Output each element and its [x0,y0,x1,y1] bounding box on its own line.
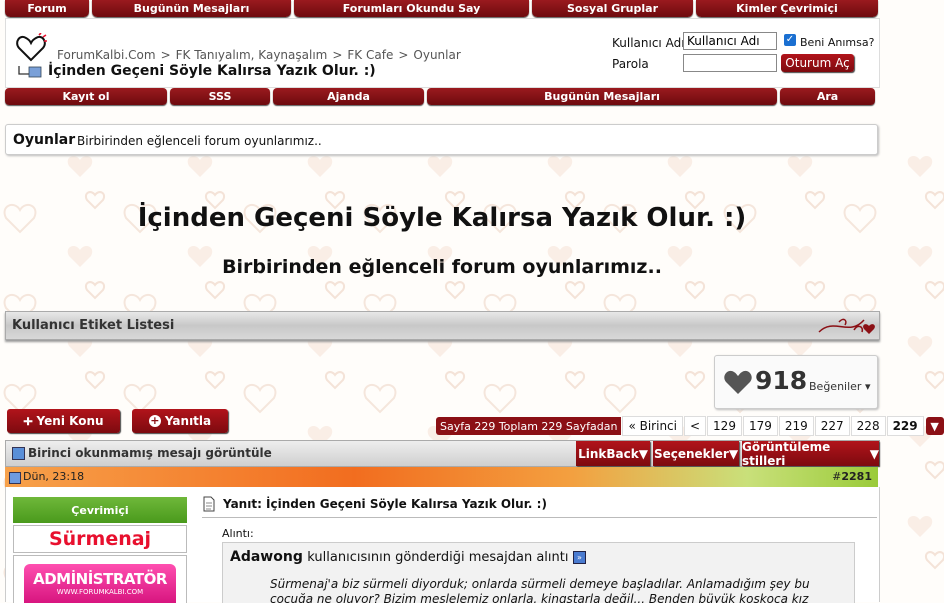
thread-arrow-icon [18,66,42,78]
user-rank-panel: ADMİNİSTRATÖR WWW.FORUMKALBI.COM [13,555,187,603]
page-first-link[interactable]: « Birinci [622,416,683,436]
post-date: Dün, 23:18 [23,470,85,483]
breadcrumb-category[interactable]: FK Tanıyalım, Kaynaşalım [176,48,328,62]
tag-list-bar[interactable]: Kullanıcı Etiket Listesi [5,311,880,340]
reply-button[interactable]: + Yanıtla [132,409,228,433]
post-number: 2281 [841,470,872,483]
display-styles-button[interactable]: Görüntüleme stilleri ▼ [742,439,879,468]
post-header-bar: Dün, 23:18 #2281 [5,467,878,487]
new-thread-button[interactable]: ➕︎ Yeni Konu [7,409,120,433]
post-body: Çevrimiçi Sürmenaj ADMİNİSTRATÖR WWW.FOR… [5,487,880,603]
breadcrumb: ForumKalbi.Com > FK Tanıyalım, Kaynaşalı… [57,48,461,62]
banner-subtitle: Birbirinden eğlenceli forum oyunlarımız.… [222,256,662,278]
display-styles-label: Görüntüleme stilleri [742,439,831,468]
pagination: Sayfa 229 Toplam 229 Sayfadan « Birinci … [436,416,944,436]
options-label: Seçenekler [653,446,729,461]
post-number-link[interactable]: #2281 [832,470,872,483]
quote-box: Adawong kullanıcısının gönderdiği mesajd… [222,542,855,603]
subnav-faq[interactable]: SSS [170,88,270,105]
topnav-todays-posts[interactable]: Bugünün Mesajları [92,0,291,17]
right-margin [880,0,944,602]
header-thread-title[interactable]: İçinden Geçeni Söyle Kalırsa Yazık Olur.… [48,63,376,79]
thread-tools-bar: Birinci okunmamış mesajı görüntüle LinkB… [5,439,880,468]
first-unread-icon [12,447,25,460]
view-post-arrow-icon[interactable]: » [572,550,586,564]
breadcrumb-subforum[interactable]: FK Cafe [347,48,393,62]
login-button[interactable]: Oturum Aç [781,54,854,72]
new-thread-icon: ➕︎ [23,413,33,428]
heart-like-icon[interactable] [724,370,752,395]
top-navbar: Forum Bugünün Mesajları Forumları Okundu… [5,0,878,17]
quote-text: Sürmenaj'a biz sürmeli diyorduk; onlarda… [270,577,810,603]
likes-dropdown[interactable]: Beğeniler ▾ [809,380,870,393]
rank-image-subtext: WWW.FORUMKALBI.COM [56,588,144,596]
reply-plus-icon: + [148,414,161,427]
dropdown-arrow-icon: ▼ [638,446,648,461]
breadcrumb-home[interactable]: ForumKalbi.Com [57,48,156,62]
topnav-whos-online[interactable]: Kimler Çevrimiçi [696,0,878,17]
first-unread-link[interactable]: Birinci okunmamış mesajı görüntüle [28,446,272,460]
username-label: Kullanıcı Adı [612,36,685,50]
remember-me-label: Beni Anımsa? [800,36,875,49]
secondary-navbar: Kayıt ol SSS Ajanda Bugünün Mesajları Ar… [5,88,878,105]
floral-ornament-icon [818,318,875,334]
linkback-button[interactable]: LinkBack ▼ [576,441,650,466]
rank-administrator-image: ADMİNİSTRATÖR WWW.FORUMKALBI.COM [24,564,176,603]
remember-me-checkbox[interactable]: ✓ [784,34,796,46]
chevron-down-icon: ▾ [864,380,871,393]
topnav-social-groups[interactable]: Sosyal Gruplar [532,0,693,17]
post-username[interactable]: Sürmenaj [13,525,187,553]
quote-label: Alıntı: [222,527,254,540]
options-button[interactable]: Seçenekler ▼ [653,441,739,466]
subnav-todays-posts[interactable]: Bugünün Mesajları [427,88,777,105]
password-label: Parola [612,57,649,71]
topnav-mark-forums-read[interactable]: Forumları Okundu Say [294,0,529,17]
tag-list-label: Kullanıcı Etiket Listesi [12,318,175,333]
dropdown-arrow-icon: ▼ [728,446,739,461]
post-number-prefix: # [832,470,842,483]
page-link[interactable]: 219 [778,416,814,436]
header-panel: ForumKalbi.Com > FK Tanıyalım, Kaynaşalı… [5,18,880,88]
banner-title: İçinden Geçeni Söyle Kalırsa Yazık Olur.… [137,203,747,233]
page-link[interactable]: 129 [707,416,742,436]
linkback-label: LinkBack [578,446,639,461]
reply-label: Yanıtla [164,414,212,428]
likes-count: 918 [755,366,808,395]
subnav-calendar[interactable]: Ajanda [273,88,424,105]
quote-author[interactable]: Adawong [230,549,303,565]
breadcrumb-separator: > [160,48,171,62]
forum-description: Birbirinden eğlenceli forum oyunlarımız.… [77,134,322,148]
subnav-search[interactable]: Ara [780,88,875,105]
quote-from-text: kullanıcısının gönderdiği mesajdan alınt… [307,550,569,565]
page-summary: Sayfa 229 Toplam 229 Sayfadan [436,417,622,435]
forum-description-box: Oyunlar Birbirinden eğlenceli forum oyun… [5,124,878,155]
likes-label: Beğeniler [809,380,862,393]
breadcrumb-forum[interactable]: Oyunlar [413,48,460,62]
post-document-icon [203,496,215,512]
site-heart-logo-icon[interactable] [15,33,49,63]
page-link[interactable]: 179 [742,416,778,436]
topnav-forum[interactable]: Forum [5,0,89,17]
rank-image-text: ADMİNİSTRATÖR [33,570,167,588]
new-thread-label: Yeni Konu [36,414,104,428]
password-input[interactable] [683,54,777,72]
subnav-register[interactable]: Kayıt ol [5,88,167,105]
page-prev-link[interactable]: < [683,416,707,436]
dropdown-arrow-icon: ▼ [869,446,879,461]
forum-name[interactable]: Oyunlar [13,132,75,148]
breadcrumb-separator: > [398,48,409,62]
post-status-icon [9,472,21,484]
post-title-divider [202,517,877,518]
online-status-badge: Çevrimiçi [13,497,187,523]
page-link[interactable]: 227 [814,416,850,436]
username-input[interactable] [683,32,777,50]
post-title: Yanıt: İçinden Geçeni Söyle Kalırsa Yazı… [223,497,547,511]
likes-box: 918 Beğeniler ▾ [714,355,878,409]
breadcrumb-separator: > [332,48,343,62]
